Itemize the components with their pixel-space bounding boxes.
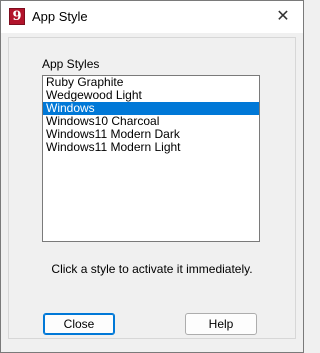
style-item-windows11-modern-light[interactable]: Windows11 Modern Light (43, 141, 259, 154)
app-styles-label: App Styles (42, 57, 100, 71)
app-logo-icon: 9 (9, 8, 25, 25)
app-styles-listbox[interactable]: Ruby Graphite Wedgewood Light Windows Wi… (42, 75, 260, 242)
close-icon[interactable]: ✕ (263, 1, 303, 33)
app-style-dialog: 9 App Style ✕ App Styles Ruby Graphite W… (0, 0, 304, 353)
window-title: App Style (32, 9, 88, 24)
title-bar[interactable]: 9 App Style ✕ (1, 1, 303, 33)
close-button[interactable]: Close (43, 313, 115, 335)
activation-hint: Click a style to activate it immediately… (51, 262, 253, 276)
help-button[interactable]: Help (185, 313, 257, 335)
app-styles-panel: App Styles Ruby Graphite Wedgewood Light… (8, 37, 296, 339)
